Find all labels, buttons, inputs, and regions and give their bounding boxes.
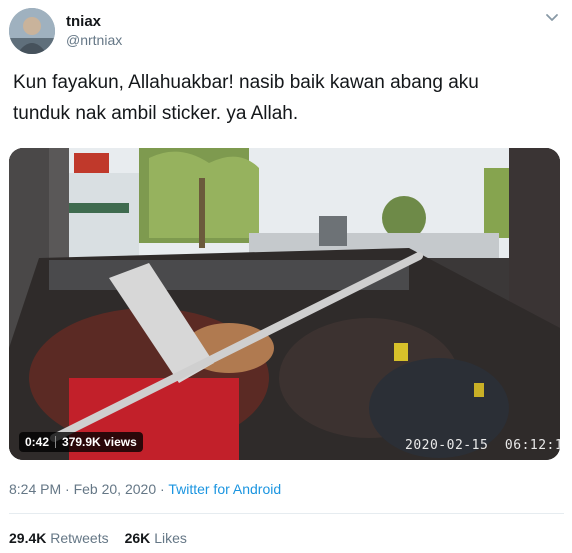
likes-stat[interactable]: 26K Likes xyxy=(125,530,187,546)
tweet-text-line-2: tunduk nak ambil sticker. ya Allah. xyxy=(13,103,299,124)
tweet-text: Kun fayakun, Allahuakbar! nasib baik kaw… xyxy=(13,67,563,129)
author-handle[interactable]: @nrtniax xyxy=(66,32,122,48)
video-duration: 0:42 xyxy=(25,435,50,449)
stats-divider xyxy=(9,513,564,514)
chevron-down-icon[interactable] xyxy=(545,13,559,23)
likes-label: Likes xyxy=(154,530,187,546)
tweet-time[interactable]: 8:24 PM xyxy=(9,481,61,497)
video-timestamp-overlay: 2020-02-15 06:12:12 xyxy=(405,438,560,453)
video-view-count: 379.9K views xyxy=(62,435,137,449)
retweets-label: Retweets xyxy=(50,530,109,546)
retweets-stat[interactable]: 29.4K Retweets xyxy=(9,530,109,546)
tweet-client-link[interactable]: Twitter for Android xyxy=(168,481,281,497)
tweet-date[interactable]: Feb 20, 2020 xyxy=(74,481,157,497)
tweet-stats: 29.4K Retweets 26K Likes xyxy=(9,530,187,546)
avatar-image xyxy=(9,8,55,54)
tweet-text-line-1: Kun fayakun, Allahuakbar! nasib baik kaw… xyxy=(13,72,479,93)
user-avatar[interactable] xyxy=(9,8,55,54)
video-duration-views-badge: 0:42 379.9K views xyxy=(19,432,143,452)
meta-separator: · xyxy=(65,481,70,497)
tweet-card: tniax @nrtniax Kun fayakun, Allahuakbar!… xyxy=(0,0,572,553)
video-frame xyxy=(9,148,560,460)
tweet-metadata: 8:24 PM · Feb 20, 2020 · Twitter for And… xyxy=(9,481,281,497)
retweets-count: 29.4K xyxy=(9,530,47,546)
meta-separator-2: · xyxy=(160,481,165,497)
author-display-name[interactable]: tniax xyxy=(66,13,101,30)
video-player[interactable]: 0:42 379.9K views 2020-02-15 06:12:12 xyxy=(9,148,560,460)
likes-count: 26K xyxy=(124,530,151,546)
badge-separator xyxy=(55,436,57,448)
